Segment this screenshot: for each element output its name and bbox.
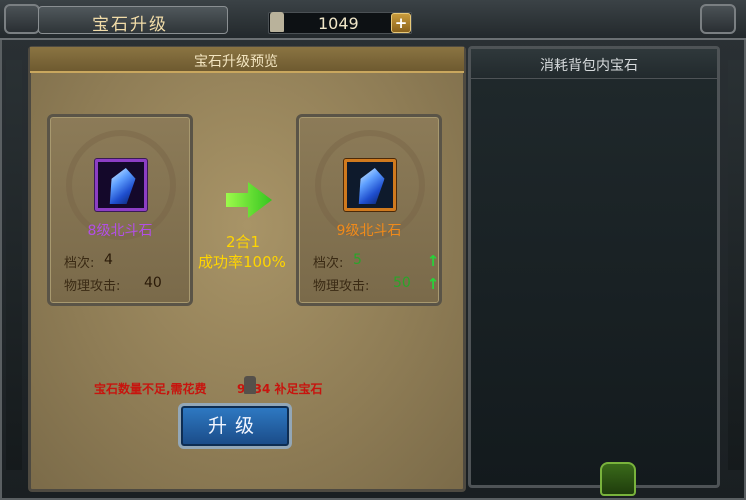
source-rank-value: 4 [104, 252, 113, 268]
tower-icon [270, 12, 284, 32]
gem-icon [106, 168, 138, 204]
target-rank-label: 档次: [313, 256, 344, 271]
corner-ornament-left [4, 4, 40, 34]
success-rate-text: 成功率100% [198, 253, 286, 271]
target-attack-value: 50 [393, 275, 411, 291]
source-attack-value: 40 [144, 275, 162, 291]
upgrade-button[interactable]: 升级 [178, 403, 292, 449]
insufficient-gems-warning: 宝石数量不足,需花费 9034 补足宝石 [94, 380, 323, 397]
source-rank-label: 档次: [64, 256, 95, 271]
target-attack-label: 物理攻击: [313, 279, 370, 294]
target-gem-slot[interactable] [344, 159, 396, 211]
add-currency-button[interactable]: + [391, 13, 411, 33]
warning-prefix: 宝石数量不足,需花费 [94, 382, 207, 396]
inventory-panel [468, 46, 720, 488]
guild-badge-icon [600, 462, 636, 496]
warning-suffix: 补足宝石 [274, 382, 323, 396]
left-edge-decoration [6, 60, 22, 470]
corner-ornament-right [700, 4, 736, 34]
inventory-header: 消耗背包内宝石 [540, 58, 638, 74]
attack-up-arrow-icon: ↑ [426, 275, 440, 293]
source-gem-slot[interactable] [95, 159, 147, 211]
gem-icon [355, 168, 387, 204]
target-rank-value: 5 [353, 252, 362, 268]
tower-icon [244, 376, 256, 394]
rank-up-arrow-icon: ↑ [426, 252, 440, 270]
window-title: 宝石升级 [92, 15, 168, 35]
preview-header: 宝石升级预览 [194, 54, 278, 70]
target-gem-name: 9级北斗石 [336, 223, 402, 239]
merge-ratio-text: 2合1 [226, 233, 261, 251]
arrow-right-icon [226, 182, 272, 218]
right-edge-decoration [728, 60, 744, 470]
source-gem-name: 8级北斗石 [87, 223, 153, 239]
source-attack-label: 物理攻击: [64, 279, 121, 294]
currency-value: 1049 [318, 14, 359, 33]
